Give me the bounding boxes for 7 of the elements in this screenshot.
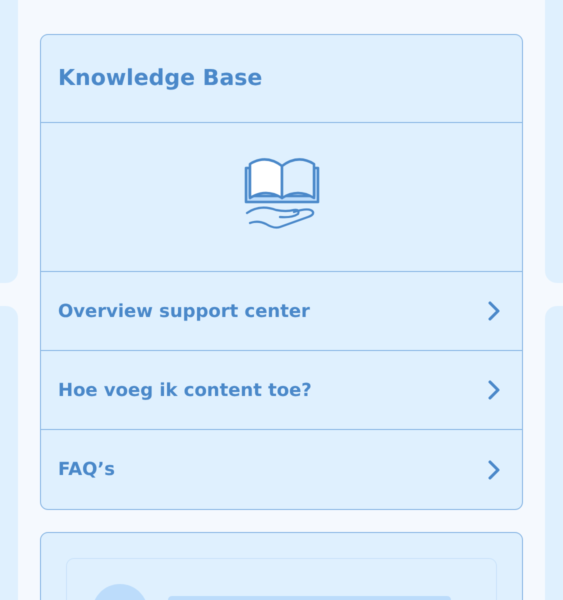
link-row[interactable]: Overview support center — [41, 272, 522, 351]
card-title: Knowledge Base — [58, 65, 262, 93]
chevron-right-icon — [488, 380, 500, 400]
link-row[interactable]: Hoe voeg ik content toe? — [41, 351, 522, 430]
chevron-right-icon — [488, 301, 500, 321]
chevron-right-icon — [488, 460, 500, 480]
link-row[interactable]: FAQ’s — [41, 430, 522, 509]
